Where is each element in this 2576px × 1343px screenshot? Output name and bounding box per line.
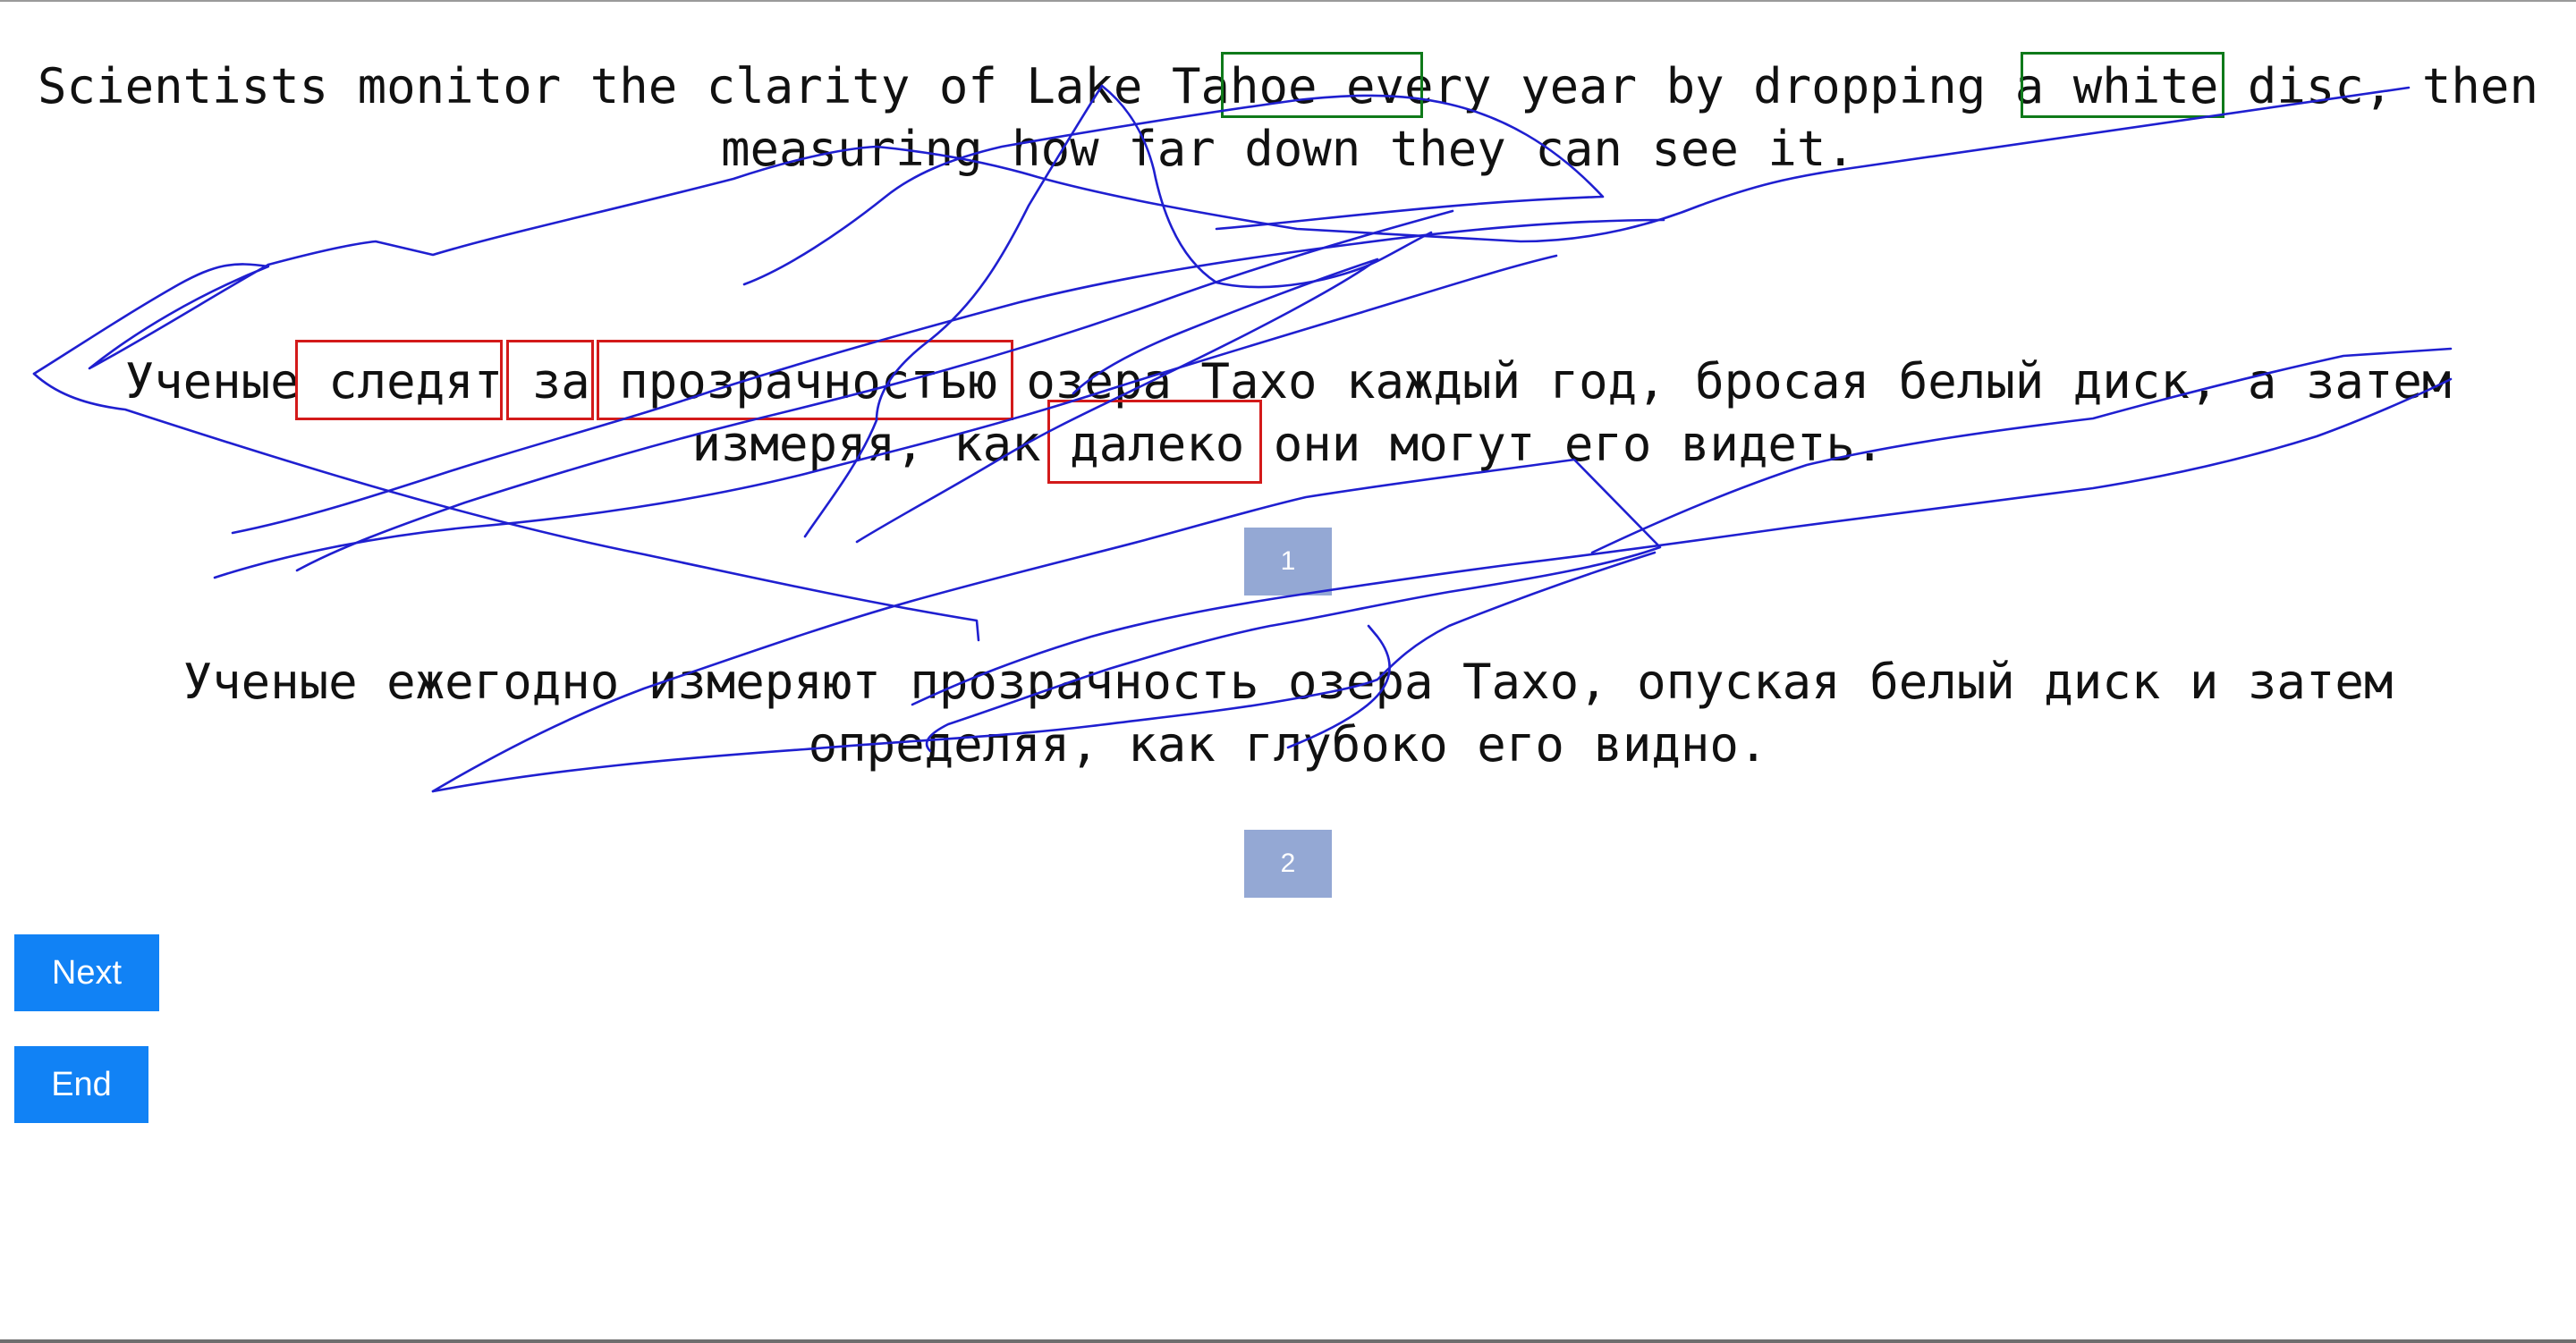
- top-border: [0, 0, 2576, 2]
- option-1-button[interactable]: 1: [1244, 528, 1332, 595]
- translation-line-2: измеряя, как далеко они могут его видеть…: [691, 416, 1885, 472]
- option-2-button[interactable]: 2: [1244, 830, 1332, 898]
- translation-highlight-sledyat[interactable]: [295, 340, 503, 420]
- next-button[interactable]: Next: [14, 934, 159, 1011]
- end-button[interactable]: End: [14, 1046, 148, 1123]
- source-line-2: measuring how far down they can see it.: [721, 121, 1855, 177]
- reference-line-2: определяя, как глубоко его видно.: [808, 716, 1768, 773]
- bottom-border: [0, 1339, 2576, 1343]
- source-highlight-a-white[interactable]: [2021, 52, 2224, 118]
- translation-highlight-za[interactable]: [506, 340, 594, 420]
- reference-sentence: Ученые ежегодно измеряют прозрачность оз…: [0, 651, 2576, 776]
- translation-highlight-daleko[interactable]: [1047, 400, 1262, 484]
- translation-highlight-prozrachnostyu[interactable]: [597, 340, 1013, 420]
- source-highlight-hoe-every[interactable]: [1221, 52, 1423, 118]
- reference-line-1: Ученые ежегодно измеряют прозрачность оз…: [182, 654, 2394, 710]
